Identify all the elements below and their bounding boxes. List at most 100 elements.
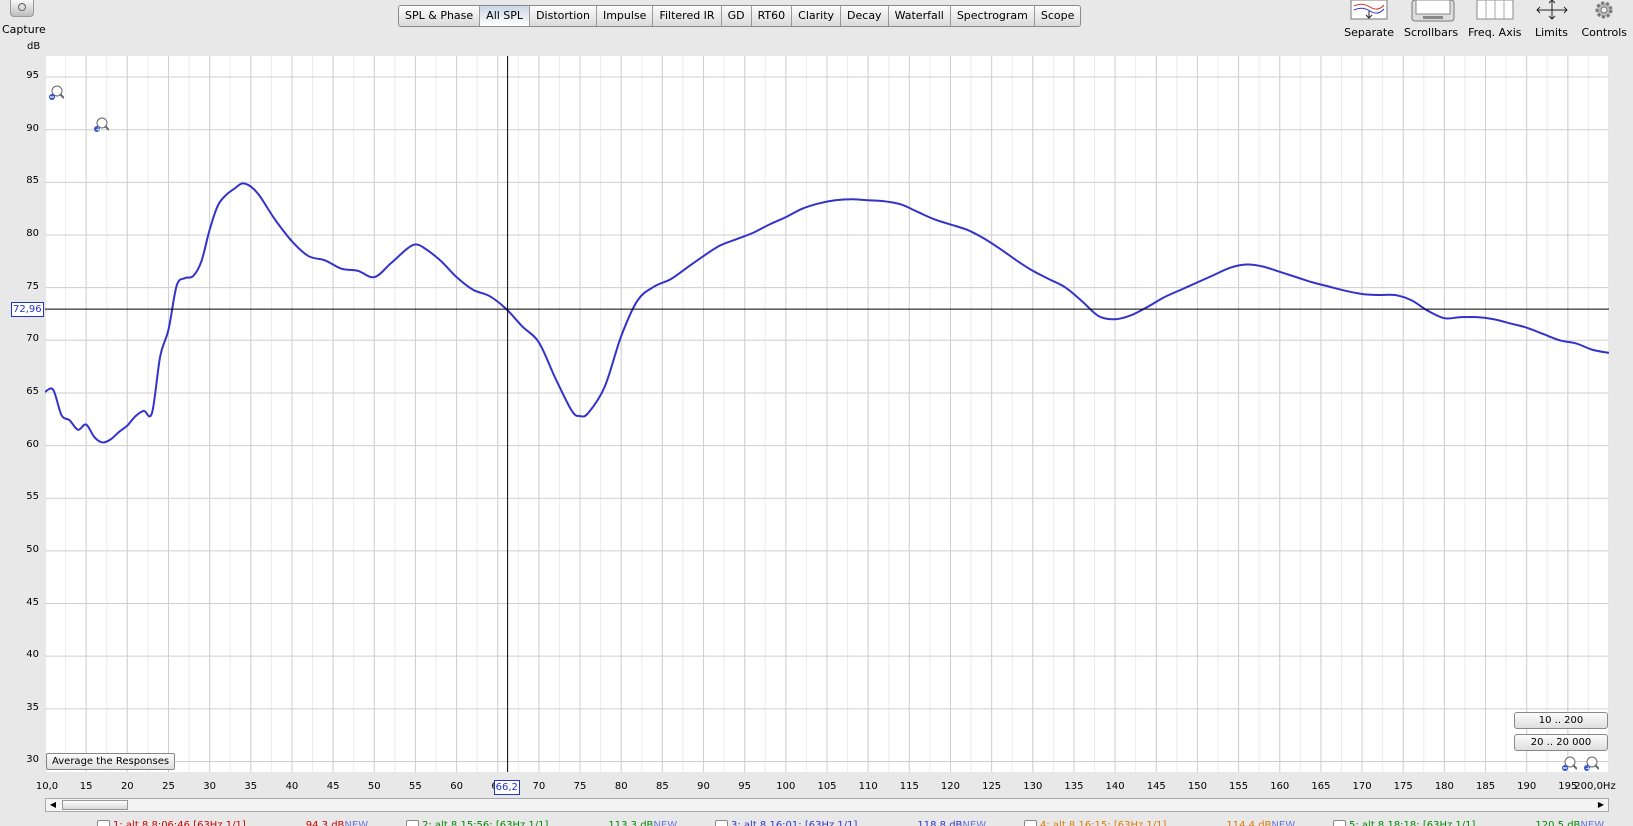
x-tick-label: 25 bbox=[162, 781, 175, 792]
tab-spl-phase[interactable]: SPL & Phase bbox=[399, 6, 481, 26]
legend-label: 1: alt 8 8:06:46 [63Hz 1/1] bbox=[113, 820, 246, 826]
legend-label: 2: alt 8 15:56: [63Hz 1/1] bbox=[422, 820, 549, 826]
y-tick-label: 70 bbox=[26, 333, 39, 345]
legend-label: 3: alt 8 16:01: [63Hz 1/1] bbox=[731, 820, 858, 826]
legend-level: 120,5 dB bbox=[1535, 820, 1581, 826]
legend-item[interactable]: 4: alt 8 16:15: [63Hz 1/1] 114,4 dBNEW bbox=[1022, 817, 1331, 826]
legend-checkbox[interactable] bbox=[1333, 820, 1346, 826]
y-tick-label: 75 bbox=[26, 280, 39, 292]
horizontal-zoom-out-icon[interactable] bbox=[1561, 755, 1577, 771]
legend-item[interactable]: 3: alt 8 16:01: [63Hz 1/1] 118,8 dBNEW bbox=[713, 817, 1022, 826]
legend-checkbox[interactable] bbox=[406, 820, 419, 826]
tab-waterfall[interactable]: Waterfall bbox=[889, 6, 951, 26]
graph-tab-bar: SPL & Phase All SPL Distortion Impulse Filte… bbox=[398, 5, 1082, 27]
x-tick-label: 170 bbox=[1352, 781, 1372, 792]
y-tick-label: 35 bbox=[26, 701, 39, 713]
x-tick-label: 175 bbox=[1393, 781, 1413, 792]
tab-gd[interactable]: GD bbox=[722, 6, 752, 26]
zoom-in-icon[interactable]: + bbox=[93, 116, 109, 160]
tab-all-spl[interactable]: All SPL bbox=[480, 6, 531, 26]
x-tick-label: 60 bbox=[450, 781, 463, 792]
x-tick-label: 35 bbox=[244, 781, 258, 792]
x-tick-label: 10,0 bbox=[35, 781, 59, 792]
horizontal-zoom-controls: + bbox=[1561, 755, 1599, 771]
average-responses-button[interactable]: Average the Responses bbox=[46, 753, 176, 770]
y-tick-label: 50 bbox=[26, 543, 39, 555]
svg-text:+: + bbox=[1585, 765, 1591, 772]
legend-item[interactable]: 1: alt 8 8:06:46 [63Hz 1/1] 94,3 dBNEW bbox=[95, 817, 404, 826]
x-tick-label: 95 bbox=[738, 781, 752, 792]
y-tick-label: 85 bbox=[26, 175, 39, 187]
x-tick-label: 15 bbox=[79, 781, 93, 792]
tab-spectrogram[interactable]: Spectrogram bbox=[951, 6, 1035, 26]
y-tick-label: 65 bbox=[26, 385, 39, 397]
horizontal-zoom-in-icon[interactable]: + bbox=[1583, 755, 1599, 771]
x-tick-label: 200,0Hz bbox=[1574, 781, 1616, 792]
scrollbars-button[interactable]: Scrollbars bbox=[1404, 0, 1458, 39]
y-tick-label: 90 bbox=[26, 122, 39, 134]
tab-clarity[interactable]: Clarity bbox=[792, 6, 842, 26]
x-tick-label: 140 bbox=[1105, 781, 1125, 792]
x-tick-label: 70 bbox=[532, 781, 546, 792]
legend-label: 5: alt 8 18:18: [63Hz 1/1] bbox=[1349, 820, 1476, 826]
tool-label: Freq. Axis bbox=[1468, 26, 1522, 39]
freq-axis-icon bbox=[1475, 0, 1515, 20]
y-tick-label: 80 bbox=[26, 228, 39, 239]
limits-button[interactable]: Limits bbox=[1532, 0, 1572, 39]
legend-item[interactable]: 2: alt 8 15:56: [63Hz 1/1] 113,3 dBNEW bbox=[404, 817, 713, 826]
x-tick-label: 155 bbox=[1229, 781, 1249, 792]
legend-badge: NEW bbox=[653, 820, 678, 826]
spl-graph-svg[interactable] bbox=[45, 56, 1609, 772]
x-tick-label: 20 bbox=[120, 781, 134, 792]
x-tick-label: 85 bbox=[655, 781, 669, 792]
tab-filtered-ir[interactable]: Filtered IR bbox=[653, 6, 722, 26]
x-tick-label: 30 bbox=[203, 781, 216, 792]
legend-level: 118,8 dB bbox=[917, 820, 963, 826]
x-tick-label: 190 bbox=[1517, 781, 1537, 792]
tab-rt60[interactable]: RT60 bbox=[752, 6, 793, 26]
separate-button[interactable]: Separate bbox=[1344, 0, 1394, 39]
cursor-level-readout: 72,96 bbox=[11, 302, 44, 318]
legend-checkbox[interactable] bbox=[715, 820, 728, 826]
tab-scope[interactable]: Scope bbox=[1035, 6, 1081, 26]
horizontal-scrollbar[interactable]: ◀ ▶ bbox=[45, 798, 1609, 812]
legend-item[interactable]: 5: alt 8 18:18: [63Hz 1/1] 120,5 dBNEW bbox=[1331, 817, 1633, 826]
gear-icon bbox=[1584, 0, 1624, 20]
spl-graph-plot[interactable]: + bbox=[45, 56, 1609, 772]
svg-text:+: + bbox=[95, 126, 101, 134]
zoom-out-icon[interactable] bbox=[48, 84, 65, 103]
y-tick-label: 60 bbox=[26, 438, 39, 450]
x-tick-label: 130 bbox=[1023, 781, 1043, 792]
controls-button[interactable]: Controls bbox=[1582, 0, 1627, 39]
x-tick-label: 180 bbox=[1434, 781, 1454, 792]
legend-badge: NEW bbox=[344, 820, 369, 826]
tab-impulse[interactable]: Impulse bbox=[597, 6, 654, 26]
y-tick-label: 95 bbox=[26, 70, 39, 82]
capture-button[interactable]: Capture bbox=[2, 0, 46, 36]
y-tick-label: 55 bbox=[26, 491, 39, 503]
measurement-legend: 1: alt 8 8:06:46 [63Hz 1/1] 94,3 dBNEW 2: … bbox=[95, 817, 1633, 826]
x-tick-label: 185 bbox=[1475, 781, 1496, 792]
tab-decay[interactable]: Decay bbox=[841, 6, 889, 26]
legend-badge: NEW bbox=[962, 820, 987, 826]
cursor-frequency-readout: 66,2 bbox=[493, 780, 520, 795]
scroll-right-icon[interactable]: ▶ bbox=[1594, 799, 1608, 811]
tool-label: Limits bbox=[1535, 26, 1568, 39]
legend-checkbox[interactable] bbox=[1024, 820, 1037, 826]
x-tick-label: 105 bbox=[817, 781, 837, 792]
scrollbar-thumb[interactable] bbox=[62, 800, 128, 810]
range-10-200-button[interactable]: 10 .. 200 bbox=[1514, 712, 1608, 729]
capture-icon bbox=[10, 0, 34, 17]
legend-level: 94,3 dB bbox=[305, 820, 345, 826]
range-20-20000-button[interactable]: 20 .. 20 000 bbox=[1514, 734, 1608, 751]
x-tick-label: 120 bbox=[940, 781, 961, 792]
legend-checkbox[interactable] bbox=[97, 820, 110, 826]
capture-label: Capture bbox=[2, 23, 46, 36]
x-tick-label: 160 bbox=[1270, 781, 1290, 792]
legend-level: 114,4 dB bbox=[1226, 820, 1272, 826]
x-tick-label: 135 bbox=[1064, 781, 1084, 792]
tab-distortion[interactable]: Distortion bbox=[530, 6, 597, 26]
freq-axis-button[interactable]: Freq. Axis bbox=[1468, 0, 1522, 39]
legend-badge: NEW bbox=[1580, 820, 1605, 826]
scroll-left-icon[interactable]: ◀ bbox=[46, 799, 60, 811]
